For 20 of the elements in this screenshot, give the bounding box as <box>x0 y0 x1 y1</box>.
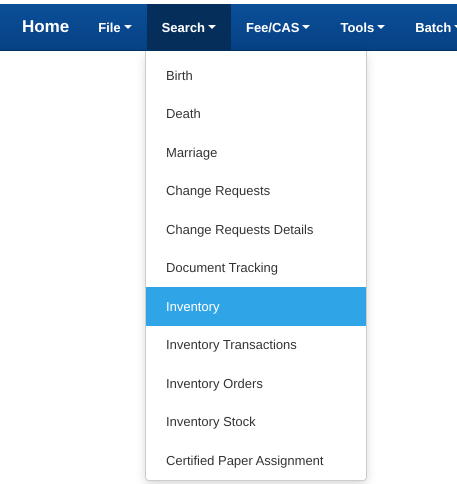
menu-tab[interactable]: Tools <box>325 4 400 50</box>
menu-tab[interactable]: File <box>83 4 147 50</box>
caret-icon <box>208 25 216 29</box>
menu-item[interactable]: Death <box>146 94 366 133</box>
menu-item[interactable]: Inventory Stock <box>146 402 366 441</box>
caret-icon <box>302 25 310 29</box>
menu-item[interactable]: Birth <box>146 56 366 94</box>
menu-item[interactable]: Document Tracking <box>146 248 366 287</box>
home-link[interactable]: Home <box>8 4 84 50</box>
caret-icon <box>377 25 386 29</box>
menu-item[interactable]: Change Requests Details <box>146 210 366 248</box>
menu-item[interactable]: Inventory Transactions <box>146 326 366 364</box>
menu-item[interactable]: Inventory Orders <box>146 364 366 402</box>
menu-tab[interactable]: Fee/CAS <box>231 4 326 50</box>
caret-icon <box>124 25 132 29</box>
menu-item[interactable]: Certified Paper Assignment <box>146 441 366 480</box>
menu-tab[interactable]: Batch <box>400 4 457 50</box>
menu-tab[interactable]: Search <box>146 4 232 50</box>
menu-item[interactable]: Marriage <box>146 133 366 172</box>
menu-item[interactable]: Change Requests <box>146 172 366 210</box>
